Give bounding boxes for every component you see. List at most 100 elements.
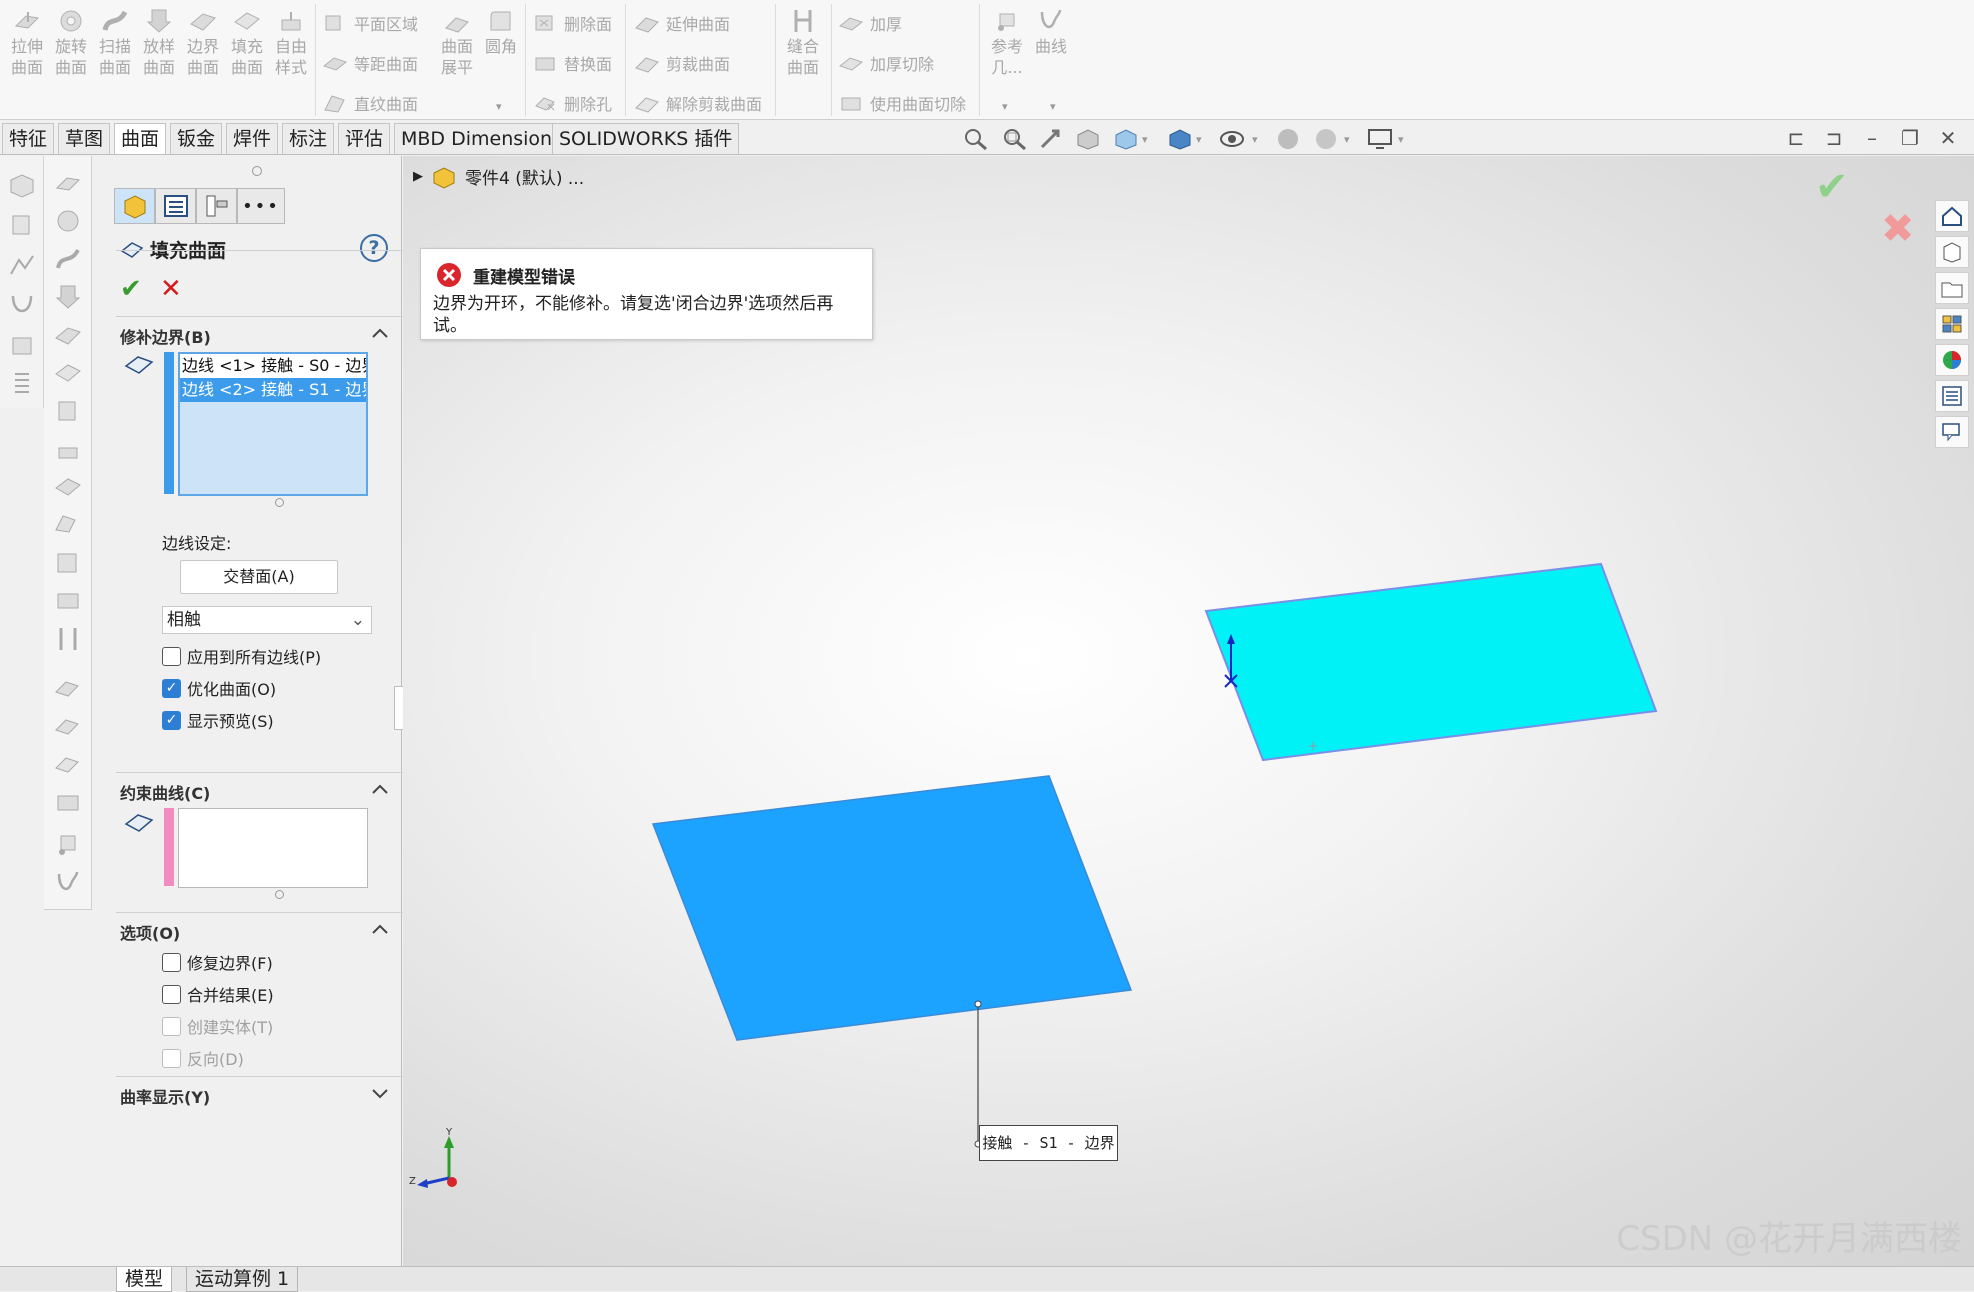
apply-to-all-edges-checkbox[interactable]: 应用到所有边线(P) [162,644,321,668]
checkbox-box[interactable] [162,646,181,666]
view-settings-icon[interactable] [1366,127,1394,151]
thicken-cut-button[interactable]: 加厚切除 [838,48,934,78]
alternate-face-button[interactable]: 交替面(A) [180,560,338,594]
custom-properties-icon[interactable] [1935,380,1969,412]
ok-button[interactable]: ✔ [120,274,142,304]
merge-result-checkbox[interactable]: 合并结果(E) [162,982,274,1006]
edit-appearance-icon[interactable] [1274,127,1302,151]
tab-solidworks-addins[interactable]: SOLIDWORKS 插件 [552,123,740,154]
display-style-dropdown[interactable]: ▾ [1196,133,1202,146]
design-library-icon[interactable] [1935,236,1969,268]
zoom-to-fit-icon[interactable] [962,127,990,151]
knit-surface-icon[interactable] [53,626,83,652]
previous-view-icon[interactable] [1038,127,1066,151]
boss-icon[interactable] [7,332,37,358]
list-item[interactable]: 边线 <2> 接触 - S1 - 边界 [180,378,366,402]
appearances-icon[interactable] [1935,344,1969,376]
hide-show-dropdown[interactable]: ▾ [1252,133,1258,146]
tab-model[interactable]: 模型 [116,1267,173,1292]
reference-geometry-button[interactable]: 参考 几... [986,4,1028,78]
tab-annotate[interactable]: 标注 [282,123,335,154]
delete-face-icon[interactable] [53,550,83,576]
extend-surface-icon[interactable] [53,676,83,702]
revolve-surface-icon[interactable] [53,208,83,234]
untrim-surface-button[interactable]: 解除剪裁曲面 [634,88,762,118]
curves-dropdown-arrow[interactable]: ▾ [1050,100,1056,113]
offset-surface-icon[interactable] [53,474,83,500]
help-button[interactable]: ? [360,234,388,262]
apply-scene-icon[interactable] [1312,127,1340,151]
knit-surface-button[interactable]: 缝合 曲面 [782,4,824,78]
delete-face-button[interactable]: 删除面 [532,8,612,38]
file-explorer-icon[interactable] [1935,272,1969,304]
boundary-surface-icon[interactable] [53,322,83,348]
coordinate-triad[interactable]: Y Z [409,1126,479,1196]
sketch-icon[interactable] [7,252,37,278]
spring-icon[interactable] [7,370,37,396]
delete-hole-button[interactable]: 删除孔 [532,88,612,118]
replace-face-icon[interactable] [53,588,83,614]
chevron-up-icon[interactable] [370,326,390,340]
edge-callout-label[interactable]: 接触 - S1 - 边界 [979,1125,1118,1161]
section-view-icon[interactable] [1074,127,1102,151]
minimize-icon[interactable]: – [1860,127,1884,151]
cut-with-surface-button[interactable]: 使用曲面切除 [838,88,966,118]
checkbox-box[interactable]: ✓ [162,710,181,730]
planar-region-button[interactable]: 平面区域 [322,8,418,38]
thicken-icon[interactable] [53,790,83,816]
surface-s1[interactable] [651,775,1133,1041]
extrude-surface-icon[interactable] [53,170,83,196]
curvature-display-header[interactable]: 曲率显示(Y) [120,1084,210,1108]
thicken-button[interactable]: 加厚 [838,8,902,38]
constraint-curves-list[interactable] [178,808,368,888]
flatten-surface-button[interactable]: 曲面 展平 [436,4,478,78]
optimize-surface-checkbox[interactable]: ✓ 优化曲面(O) [162,676,276,700]
trim-surface-icon[interactable] [53,714,83,740]
surface-s0[interactable] [1204,562,1658,762]
view-orientation-dropdown[interactable]: ▾ [1142,133,1148,146]
constraint-curves-header[interactable]: 约束曲线(C) [120,780,210,804]
tile-right-icon[interactable]: ⊐ [1822,127,1846,151]
tab-mbd-dimensions[interactable]: MBD Dimensions [394,123,569,154]
home-icon[interactable] [1935,200,1969,232]
patch-boundary-header[interactable]: 修补边界(B) [120,324,211,348]
boundary-surface-button[interactable]: 边界 曲面 [182,4,224,78]
close-icon[interactable]: ✕ [1936,127,1960,151]
chevron-up-icon[interactable] [370,782,390,796]
chevron-down-icon[interactable] [370,1086,390,1100]
curves-button[interactable]: 曲线 [1030,4,1072,57]
curves-icon[interactable] [53,870,83,896]
freeform-button[interactable]: 自由 样式 [270,4,312,78]
confirmation-cancel-icon[interactable]: ✖ [1881,206,1915,252]
tab-features[interactable]: 特征 [2,123,55,154]
boundary-edges-list[interactable]: 边线 <1> 接触 - S0 - 边界 边线 <2> 接触 - S1 - 边界 [178,352,368,496]
ruled-surface-icon[interactable] [53,512,83,538]
checkbox-box[interactable] [162,984,181,1004]
list-resize-handle[interactable] [275,890,284,899]
options-header[interactable]: 选项(O) [120,920,180,944]
reference-geometry-icon[interactable] [53,832,83,858]
list-item[interactable]: 边线 <1> 接触 - S0 - 边界 [180,354,366,378]
revolve-surface-button[interactable]: 旋转 曲面 [50,4,92,78]
tab-sheet-metal[interactable]: 钣金 [170,123,223,154]
offset-surface-button[interactable]: 等距曲面 [322,48,418,78]
view-settings-dropdown[interactable]: ▾ [1398,133,1404,146]
checkbox-box[interactable]: ✓ [162,678,181,698]
feature-manager-tab[interactable] [114,188,155,224]
tab-motion-study[interactable]: 运动算例 1 [186,1267,299,1292]
extrude-surface-button[interactable]: 拉伸 曲面 [6,4,48,78]
fix-boundary-checkbox[interactable]: 修复边界(F) [162,950,273,974]
graphics-area[interactable]: ▶ 零件4 (默认) ... 重建模型错误 边界为开环，不能修补。请复选'闭合边… [403,156,1974,1266]
extend-surface-button[interactable]: 延伸曲面 [634,8,730,38]
fillet-dropdown-arrow[interactable]: ▾ [496,100,502,113]
edge-condition-select[interactable]: 相触 ⌄ [162,606,372,634]
show-preview-checkbox[interactable]: ✓ 显示预览(S) [162,708,274,732]
apply-scene-dropdown[interactable]: ▾ [1344,133,1350,146]
configuration-manager-tab[interactable] [196,188,237,224]
more-tabs-button[interactable]: ••• [237,188,285,224]
freeform-icon[interactable] [53,436,83,462]
tile-left-icon[interactable]: ⊏ [1784,127,1808,151]
view-palette-icon[interactable] [1935,308,1969,340]
fillet-button[interactable]: 圆角 [480,4,522,57]
zoom-to-area-icon[interactable] [1000,127,1028,151]
